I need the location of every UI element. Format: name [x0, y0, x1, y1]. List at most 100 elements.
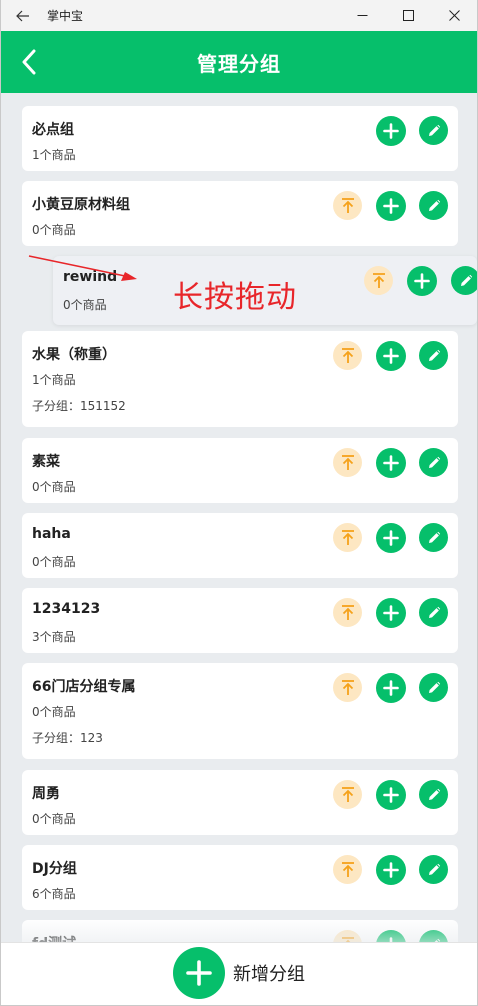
group-name: haha: [32, 526, 71, 542]
pin-top-icon: [372, 272, 385, 288]
pin-top-icon: [341, 197, 354, 213]
group-product-count: 3个商品: [32, 630, 76, 644]
pin-to-top-button[interactable]: [333, 673, 362, 702]
edit-group-button[interactable]: [419, 191, 448, 220]
group-product-count: 0个商品: [32, 705, 76, 719]
add-product-button[interactable]: [376, 523, 406, 553]
pin-to-top-button[interactable]: [333, 855, 362, 884]
edit-group-button[interactable]: [419, 341, 448, 370]
group-name: 周勇: [32, 786, 60, 802]
pencil-icon: [428, 199, 440, 211]
add-product-button[interactable]: [376, 780, 406, 810]
window-titlebar: 掌中宝: [1, 0, 477, 31]
close-button[interactable]: [431, 0, 477, 31]
pin-to-top-button[interactable]: [364, 266, 393, 295]
edit-group-button[interactable]: [419, 855, 448, 884]
plus-icon: [383, 787, 399, 803]
page-title: 管理分组: [197, 51, 281, 76]
edit-group-button[interactable]: [419, 523, 448, 552]
add-product-button[interactable]: [376, 191, 406, 221]
group-product-count: 0个商品: [32, 555, 76, 569]
add-product-button[interactable]: [376, 116, 406, 146]
bottom-bar: 新增分组: [1, 942, 477, 1005]
group-name: 小黄豆原材料组: [32, 197, 130, 213]
add-product-button[interactable]: [376, 341, 406, 371]
group-subgroups: 子分组：151152: [32, 399, 126, 413]
plus-icon: [383, 123, 399, 139]
maximize-icon: [402, 10, 414, 21]
drag-annotation: 长按拖动: [173, 280, 297, 315]
group-name: 素菜: [32, 454, 60, 470]
pin-top-icon: [341, 679, 354, 695]
list-fade: [1, 918, 477, 942]
group-card[interactable]: 必点组 1个商品: [22, 106, 458, 171]
pencil-icon: [428, 349, 440, 361]
pin-top-icon: [341, 861, 354, 877]
edit-group-button[interactable]: [419, 780, 448, 809]
group-product-count: 1个商品: [32, 148, 76, 162]
group-product-count: 0个商品: [32, 223, 76, 237]
add-product-button[interactable]: [376, 598, 406, 628]
add-product-button[interactable]: [376, 448, 406, 478]
group-card[interactable]: 周勇 0个商品: [22, 770, 458, 835]
back-button[interactable]: [15, 48, 43, 76]
group-product-count: 0个商品: [32, 812, 76, 826]
pin-to-top-button[interactable]: [333, 341, 362, 370]
group-name: DJ分组: [32, 861, 77, 877]
pencil-icon: [428, 456, 440, 468]
add-group-button[interactable]: 新增分组: [173, 943, 305, 999]
group-name: 必点组: [32, 122, 74, 138]
plus-icon: [383, 198, 399, 214]
close-icon: [448, 10, 460, 21]
minimize-icon: [357, 15, 367, 16]
group-card[interactable]: DJ分组 6个商品: [22, 845, 458, 910]
group-card[interactable]: 水果（称重） 1个商品子分组：151152: [22, 331, 458, 427]
pencil-icon: [428, 606, 440, 618]
group-list[interactable]: 必点组 1个商品 小黄豆原材料组 0个商品 rewind 0个商品 水果（称重） 1个商品 子分…: [1, 93, 477, 942]
plus-icon: [186, 960, 212, 986]
window-controls: [339, 0, 477, 31]
group-card[interactable]: 小黄豆原材料组 0个商品: [22, 181, 458, 246]
group-product-count: 1个商品: [32, 373, 76, 387]
pin-to-top-button[interactable]: [333, 780, 362, 809]
edit-group-button[interactable]: [419, 116, 448, 145]
add-group-circle[interactable]: [173, 947, 225, 999]
pin-top-icon: [341, 604, 354, 620]
edit-group-button[interactable]: [419, 673, 448, 702]
group-product-count: 0个商品: [32, 480, 76, 494]
group-name: 1234123: [32, 601, 101, 617]
pencil-icon: [428, 788, 440, 800]
add-product-button[interactable]: [376, 855, 406, 885]
group-card[interactable]: 66门店分组专属 0个商品 子分组：123: [22, 663, 458, 759]
group-name: 水果（称重）: [32, 347, 116, 363]
pencil-icon: [428, 681, 440, 693]
minimize-button[interactable]: [339, 0, 385, 31]
window-title: 掌中宝: [47, 9, 84, 23]
edit-group-button[interactable]: [451, 266, 477, 295]
pin-to-top-button[interactable]: [333, 523, 362, 552]
edit-group-button[interactable]: [419, 598, 448, 627]
group-product-count: 0个商品: [63, 298, 107, 312]
group-card[interactable]: haha 0个商品: [22, 513, 458, 578]
pencil-icon: [428, 124, 440, 136]
add-product-button[interactable]: [376, 673, 406, 703]
pin-top-icon: [341, 786, 354, 802]
pin-top-icon: [341, 347, 354, 363]
pin-to-top-button[interactable]: [333, 598, 362, 627]
group-product-count: 6个商品: [32, 887, 76, 901]
edit-group-button[interactable]: [419, 448, 448, 477]
plus-icon: [383, 862, 399, 878]
window-back-button[interactable]: [1, 0, 45, 31]
add-group-label: 新增分组: [233, 964, 305, 985]
pin-to-top-button[interactable]: [333, 191, 362, 220]
add-product-button[interactable]: [407, 266, 437, 296]
annotation-arrow-icon: [28, 255, 137, 281]
plus-icon: [414, 273, 430, 289]
app-header: 管理分组: [1, 31, 477, 93]
pin-to-top-button[interactable]: [333, 448, 362, 477]
plus-icon: [383, 680, 399, 696]
group-card[interactable]: 素菜 0个商品: [22, 438, 458, 503]
group-card[interactable]: 1234123 3个商品: [22, 588, 458, 653]
pencil-icon: [460, 274, 472, 286]
maximize-button[interactable]: [385, 0, 431, 31]
